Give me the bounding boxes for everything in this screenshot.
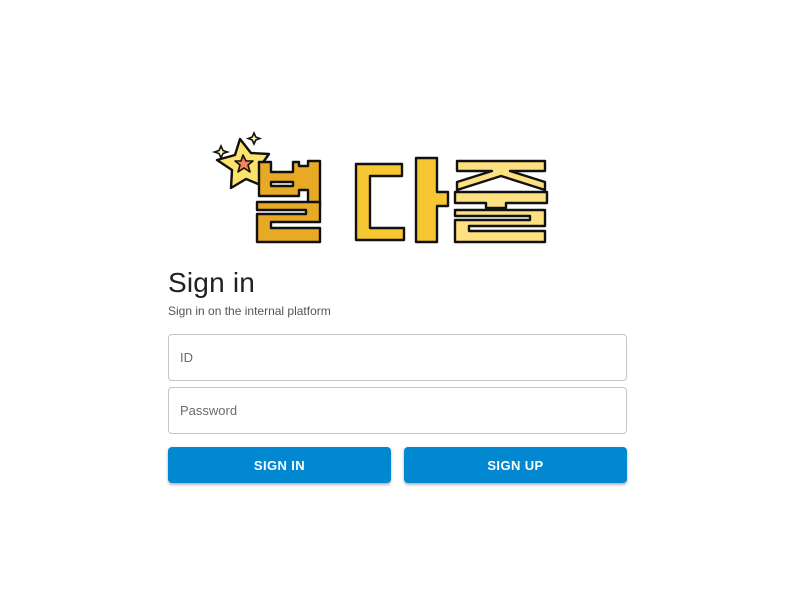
page-subtitle: Sign in on the internal platform [168, 304, 331, 318]
signin-form: Sign in Sign in on the internal platform… [168, 266, 627, 483]
button-row: SIGN IN SIGN UP [168, 447, 627, 483]
password-field[interactable] [168, 387, 627, 434]
login-page: Sign in Sign in on the internal platform… [0, 0, 810, 616]
logo-graphic [211, 131, 549, 244]
logo-char-1 [255, 159, 322, 244]
sign-in-button[interactable]: SIGN IN [168, 447, 391, 483]
page-title: Sign in [168, 267, 256, 298]
password-input[interactable] [180, 403, 615, 418]
logo-char-3 [453, 159, 549, 244]
id-input[interactable] [180, 350, 615, 365]
id-field[interactable] [168, 334, 627, 381]
logo-char-2 [354, 156, 450, 244]
sign-up-button[interactable]: SIGN UP [404, 447, 627, 483]
app-logo [210, 128, 555, 248]
